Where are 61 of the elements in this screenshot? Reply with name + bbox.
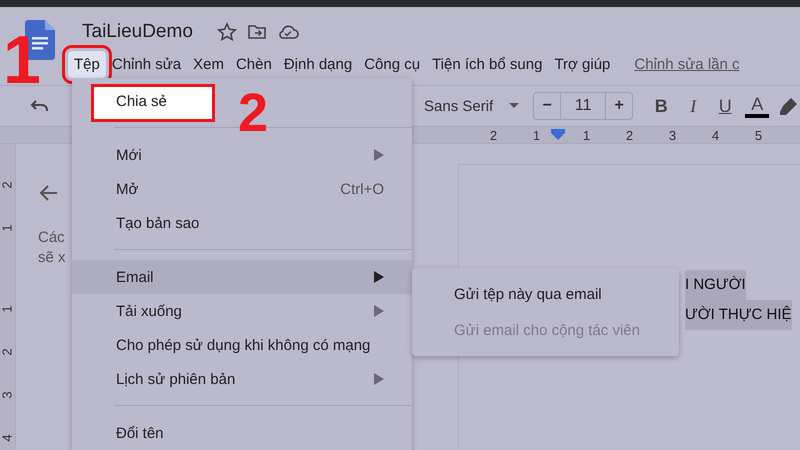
menu-item[interactable]: Công cụ [358, 50, 426, 78]
menu-item[interactable]: Chèn [230, 50, 278, 78]
folder-icon[interactable] [246, 22, 267, 42]
font-dropdown[interactable]: Sans Serif [424, 98, 520, 114]
menu-item[interactable]: Định dạng [278, 50, 358, 78]
undo-icon[interactable] [30, 98, 50, 114]
menu-item[interactable]: Email [72, 260, 412, 294]
dropdown-caret-icon [509, 103, 520, 109]
indent-marker-icon[interactable] [551, 129, 565, 141]
submenu-arrow-icon [374, 305, 384, 317]
back-arrow-icon[interactable] [38, 184, 58, 202]
submenu-arrow-icon [374, 149, 384, 161]
document-text: ƯỜI THỰC HIỆ [685, 300, 792, 330]
submenu-arrow-icon [374, 271, 384, 283]
increase-font-size-button[interactable]: + [606, 93, 632, 119]
ruler-number: 1 [0, 224, 16, 232]
sidebar-text: Các [38, 228, 66, 248]
submenu-item[interactable]: Gửi tệp này qua email [412, 276, 679, 312]
shortcut-text: Ctrl+O [340, 180, 384, 198]
step-number: 1 [3, 26, 41, 94]
menu-item[interactable]: Trợ giúp [548, 50, 616, 78]
text-color-button[interactable]: A [745, 94, 770, 118]
ruler-number: 3 [0, 391, 16, 399]
font-size-field[interactable]: 11 [560, 93, 606, 119]
last-edit-link[interactable]: Chỉnh sửa lần c [634, 56, 740, 72]
menu-item[interactable]: Đổi tên [72, 416, 192, 450]
ruler-number: 1 [532, 128, 542, 142]
decrease-font-size-button[interactable]: − [534, 93, 560, 119]
ruler-number: 2 [624, 128, 634, 142]
ruler-number: 1 [582, 128, 592, 142]
font-name: Sans Serif [424, 98, 494, 114]
ruler-number: 4 [0, 434, 16, 442]
sidebar-text: sẽ x [38, 248, 67, 268]
ruler-number: 1 [0, 305, 16, 313]
menu-item[interactable]: Chia sẻ [72, 84, 195, 118]
step-number: 2 [238, 86, 268, 140]
ruler-number: 4 [710, 128, 720, 142]
ruler-number: 5 [754, 128, 764, 142]
submenu-arrow-icon [374, 373, 384, 385]
menu-item[interactable]: Chỉnh sửa [106, 50, 188, 78]
document-text: I NGƯỜI [685, 270, 746, 300]
menu-item[interactable]: Tạo bản sao [72, 206, 228, 240]
bold-button[interactable]: B [645, 92, 678, 120]
menu-item[interactable]: Tệp [68, 50, 106, 78]
menu-item[interactable]: Mới [72, 138, 412, 172]
menu-item[interactable]: Tiện ích bổ sung [426, 50, 548, 78]
italic-button[interactable]: I [677, 92, 710, 120]
ruler-number: 2 [488, 128, 498, 142]
ruler-number: 3 [668, 128, 678, 142]
underline-button[interactable]: U [709, 92, 742, 120]
menu-item[interactable]: Tải xuống [72, 294, 412, 328]
menu-item[interactable]: Mở Ctrl+O [72, 172, 412, 206]
menu-item[interactable]: Lịch sử phiên bản [72, 362, 412, 396]
menu-item[interactable]: Cho phép sử dụng khi không có mạng [72, 328, 398, 362]
star-icon[interactable] [216, 22, 237, 42]
highlighter-icon[interactable] [779, 96, 800, 116]
menu-item[interactable]: Xem [187, 50, 230, 78]
document-title[interactable]: TaiLieuDemo [82, 21, 193, 43]
ruler-number: 2 [0, 181, 16, 189]
submenu-item: Gửi email cho cộng tác viên [453, 320, 641, 340]
ruler-number: 2 [0, 348, 16, 356]
